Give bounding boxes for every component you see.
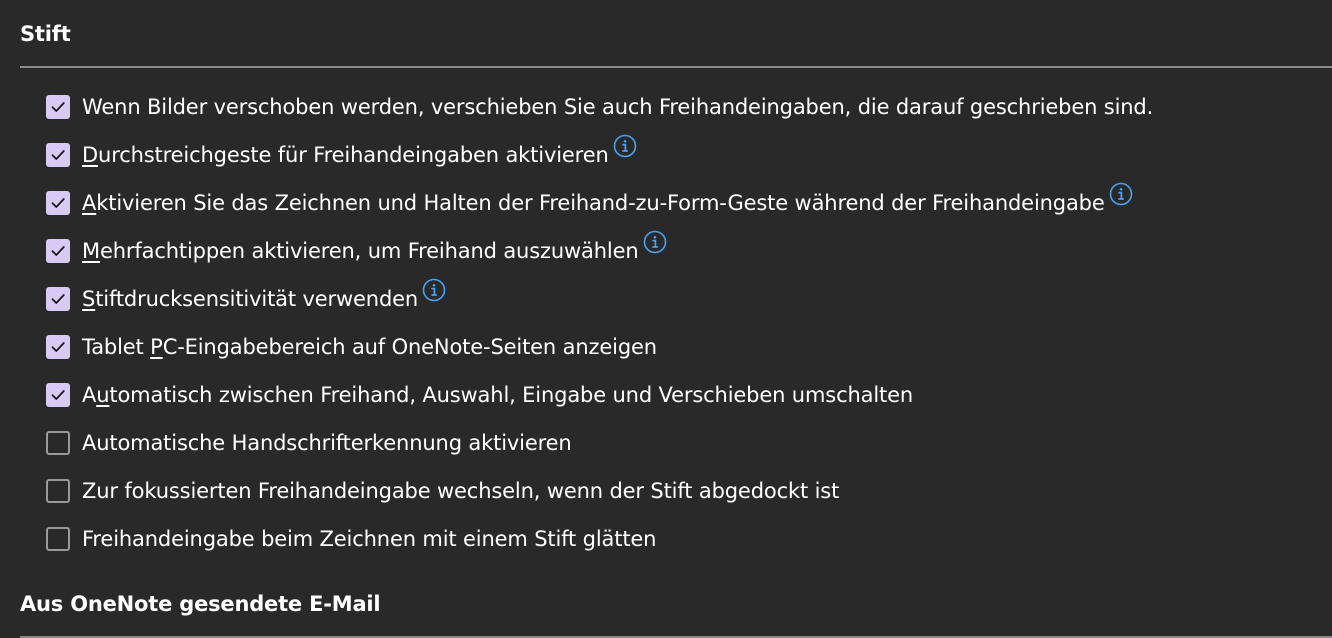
info-icon[interactable] bbox=[1109, 182, 1133, 206]
option-row[interactable]: Wenn Bilder verschoben werden, verschieb… bbox=[46, 83, 1316, 131]
option-label: Stiftdrucksensitivität verwenden bbox=[82, 287, 419, 311]
checkmark-icon bbox=[51, 246, 65, 256]
option-checkbox[interactable] bbox=[46, 431, 70, 455]
option-label: Mehrfachtippen aktivieren, um Freihand a… bbox=[82, 239, 639, 263]
option-label: Zur fokussierten Freihandeingabe wechsel… bbox=[82, 479, 840, 503]
option-checkbox[interactable] bbox=[46, 527, 70, 551]
info-icon[interactable] bbox=[613, 134, 637, 158]
checkmark-icon bbox=[51, 390, 65, 400]
option-label: Durchstreichgeste für Freihandeingaben a… bbox=[82, 143, 609, 167]
checkmark-icon bbox=[51, 342, 65, 352]
option-label: Wenn Bilder verschoben werden, verschieb… bbox=[82, 95, 1154, 119]
option-checkbox[interactable] bbox=[46, 191, 70, 215]
option-checkbox[interactable] bbox=[46, 239, 70, 263]
option-label: Aktivieren Sie das Zeichnen und Halten d… bbox=[82, 191, 1105, 215]
checkmark-icon bbox=[51, 150, 65, 160]
option-row[interactable]: Aktivieren Sie das Zeichnen und Halten d… bbox=[46, 179, 1316, 227]
option-label: Tablet PC-Eingabebereich auf OneNote-Sei… bbox=[82, 335, 657, 359]
info-icon[interactable] bbox=[643, 230, 667, 254]
option-row[interactable]: Tablet PC-Eingabebereich auf OneNote-Sei… bbox=[46, 323, 1316, 371]
option-checkbox[interactable] bbox=[46, 287, 70, 311]
option-row[interactable]: Freihandeingabe beim Zeichnen mit einem … bbox=[46, 515, 1316, 563]
option-row[interactable]: Mehrfachtippen aktivieren, um Freihand a… bbox=[46, 227, 1316, 275]
checkmark-icon bbox=[51, 102, 65, 112]
option-row[interactable]: Durchstreichgeste für Freihandeingaben a… bbox=[46, 131, 1316, 179]
option-row[interactable]: Stiftdrucksensitivität verwenden bbox=[46, 275, 1316, 323]
option-row[interactable]: Automatische Handschrifterkennung aktivi… bbox=[46, 419, 1316, 467]
option-label: Automatische Handschrifterkennung aktivi… bbox=[82, 431, 572, 455]
checkmark-icon bbox=[51, 198, 65, 208]
section-divider bbox=[20, 66, 1332, 68]
option-row[interactable]: Zur fokussierten Freihandeingabe wechsel… bbox=[46, 467, 1316, 515]
options-page: Stift Wenn Bilder verschoben werden, ver… bbox=[0, 0, 1332, 638]
option-checkbox[interactable] bbox=[46, 383, 70, 407]
section-title-email: Aus OneNote gesendete E-Mail bbox=[20, 592, 381, 616]
option-checkbox[interactable] bbox=[46, 479, 70, 503]
option-checkbox[interactable] bbox=[46, 335, 70, 359]
option-label: Automatisch zwischen Freihand, Auswahl, … bbox=[82, 383, 914, 407]
checkmark-icon bbox=[51, 294, 65, 304]
option-checkbox[interactable] bbox=[46, 143, 70, 167]
option-checkbox[interactable] bbox=[46, 95, 70, 119]
section-title-stift: Stift bbox=[20, 22, 71, 46]
option-row[interactable]: Automatisch zwischen Freihand, Auswahl, … bbox=[46, 371, 1316, 419]
option-label: Freihandeingabe beim Zeichnen mit einem … bbox=[82, 527, 657, 551]
info-icon[interactable] bbox=[422, 278, 446, 302]
pen-options-list: Wenn Bilder verschoben werden, verschieb… bbox=[46, 83, 1316, 563]
